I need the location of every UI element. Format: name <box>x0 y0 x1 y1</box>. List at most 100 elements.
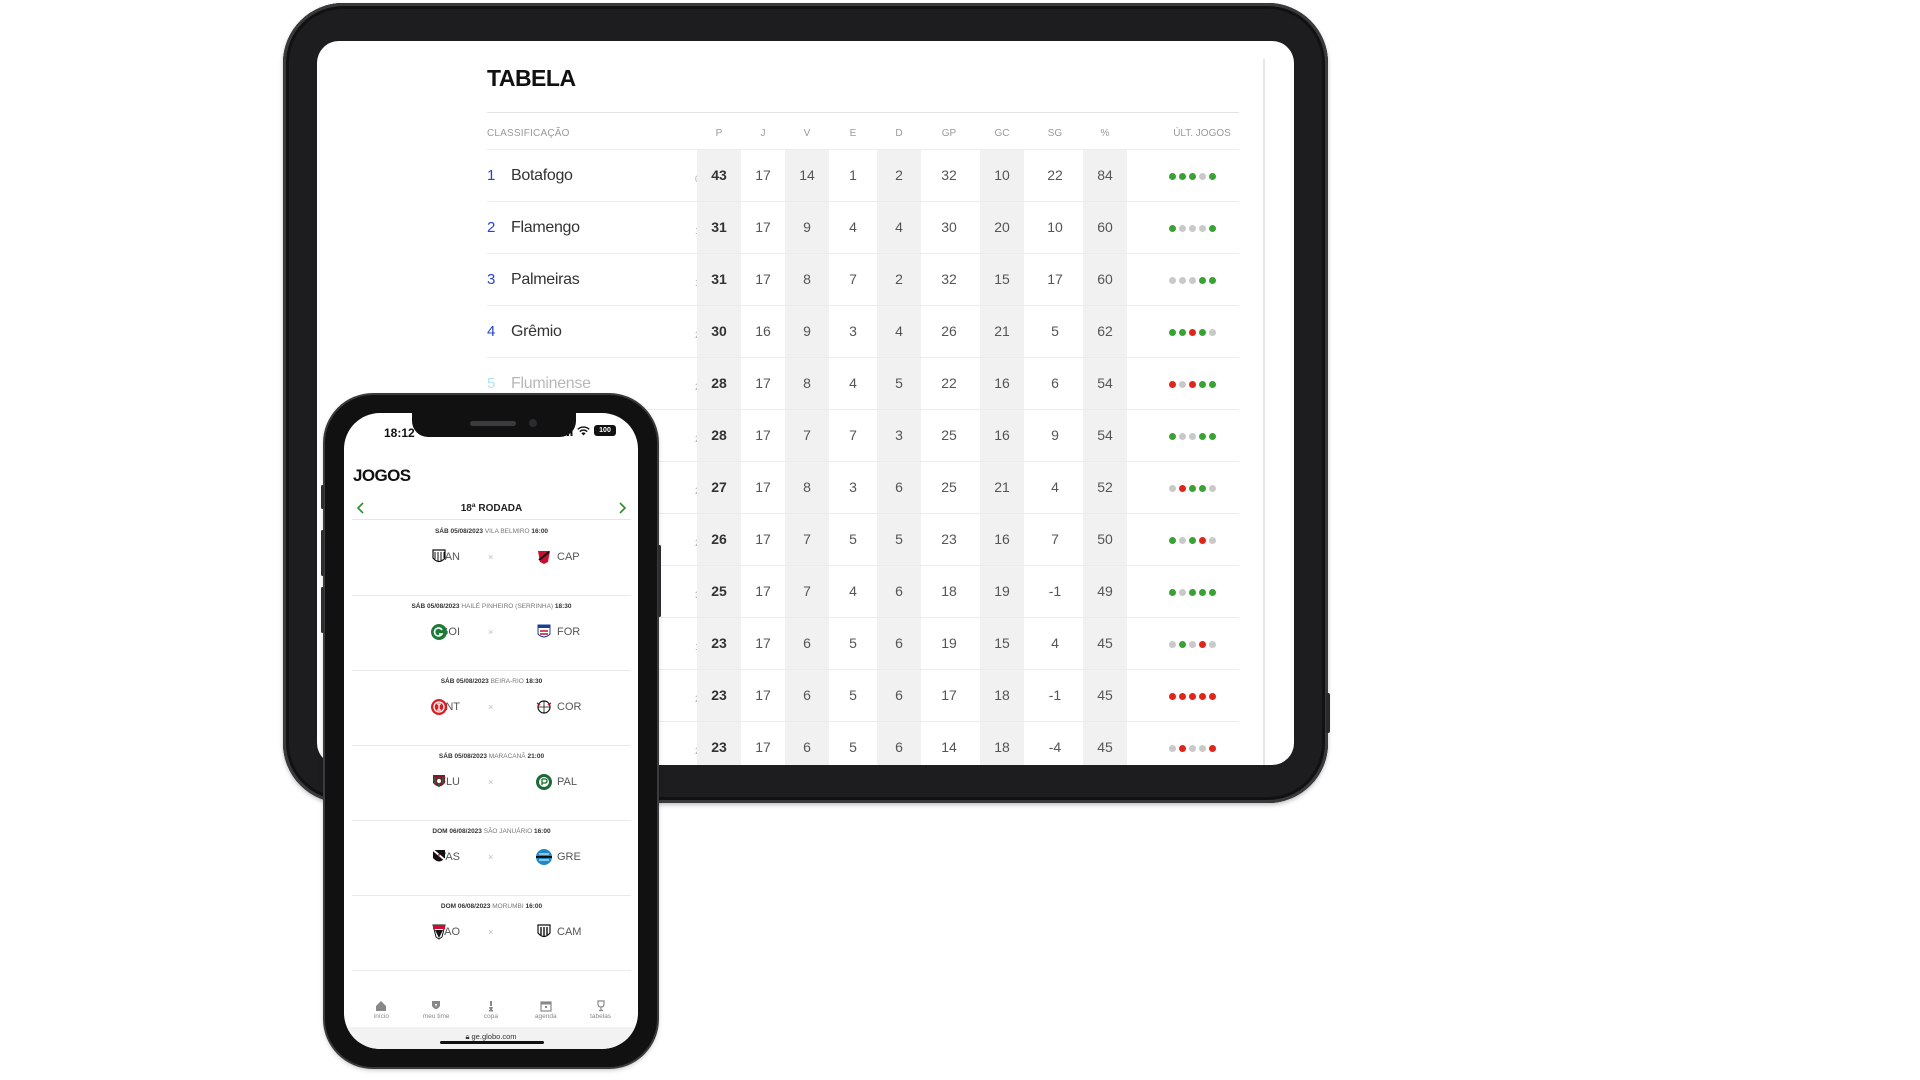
stat-p: 27 <box>697 462 741 513</box>
standings-header: CLASSIFICAÇÃO P J V E D GP GC SG % ÚLT. … <box>487 119 1239 149</box>
last-games <box>1169 225 1229 232</box>
standings-row[interactable]: 1Botafogo04317141232102284 <box>487 149 1239 201</box>
result-win-dot <box>1209 433 1216 440</box>
team-name[interactable]: Fluminense <box>511 375 591 393</box>
home-indicator[interactable] <box>440 1041 544 1044</box>
volume-up-button <box>321 530 324 576</box>
stat-v: 9 <box>785 306 829 357</box>
stat-pct: 52 <box>1083 462 1127 513</box>
stat-j: 17 <box>755 219 771 235</box>
stat-d: 6 <box>877 670 921 721</box>
result-loss-dot <box>1199 641 1206 648</box>
match-card[interactable]: SÁB 05/08/2023 VILA BELMIRO 16:00 SAN × CAP <box>352 521 631 596</box>
stat-d: 4 <box>877 306 921 357</box>
position-number: 1 <box>487 167 496 184</box>
internacional-crest-icon <box>430 698 448 716</box>
stat-gc: 18 <box>980 722 1024 765</box>
stat-p: 31 <box>697 254 741 305</box>
result-win-dot <box>1199 329 1206 336</box>
col-v: V <box>803 128 811 139</box>
match-time: 18:30 <box>525 678 543 685</box>
match-date: DOM 06/08/2023 <box>440 903 491 910</box>
goias-crest-icon <box>430 623 448 641</box>
last-games <box>1169 485 1229 492</box>
stat-d: 6 <box>877 462 921 513</box>
standings-row[interactable]: 3Palmeiras1311787232151760 <box>487 253 1239 305</box>
team-name[interactable]: Botafogo <box>511 167 573 185</box>
result-draw-dot <box>1209 537 1216 544</box>
standings-row[interactable]: 4Grêmio230169342621562 <box>487 305 1239 357</box>
matches-list: SÁB 05/08/2023 VILA BELMIRO 16:00 SAN × CAP… <box>352 521 631 971</box>
result-win-dot <box>1209 589 1216 596</box>
match-card[interactable]: DOM 06/08/2023 SÃO JANUÁRIO 16:00 VAS × GRE <box>352 821 631 896</box>
stat-v: 6 <box>785 722 829 765</box>
stat-e: 3 <box>849 323 857 339</box>
team-name[interactable]: Palmeiras <box>511 271 580 289</box>
match-date: SÁB 05/08/2023 <box>434 528 483 535</box>
stat-sg: -4 <box>1048 739 1062 755</box>
match-card[interactable]: SÁB 05/08/2023 MARACANÃ 21:00 FLU × PAL <box>352 746 631 821</box>
match-card[interactable]: DOM 06/08/2023 MORUMBI 16:00 SAO × CAM <box>352 896 631 971</box>
col-p: P <box>715 128 723 139</box>
versus-separator: × <box>488 702 494 712</box>
nav-item-início[interactable]: início <box>356 1000 406 1024</box>
match-info: SÁB 05/08/2023 MARACANÃ 21:00 <box>352 753 631 760</box>
result-win-dot <box>1189 537 1196 544</box>
result-draw-dot <box>1189 641 1196 648</box>
stat-pct: 45 <box>1083 722 1127 765</box>
stat-p: 23 <box>697 618 741 669</box>
url-bar[interactable]: 🔒︎ ge.globo.com <box>344 1027 638 1049</box>
phone-device: 18:12 100 JOGOS 18ª RODADA SÁB 05/08/202… <box>321 395 661 1067</box>
stat-p: 30 <box>697 306 741 357</box>
stat-e: 4 <box>849 375 857 391</box>
result-draw-dot <box>1199 745 1206 752</box>
notch <box>412 413 576 437</box>
nav-item-meu-time[interactable]: meu time <box>411 1000 461 1024</box>
stat-v: 9 <box>785 202 829 253</box>
stat-pct: 60 <box>1083 254 1127 305</box>
nav-item-agenda[interactable]: agenda <box>521 1000 571 1024</box>
versus-separator: × <box>488 777 494 787</box>
result-draw-dot <box>1199 225 1206 232</box>
match-card[interactable]: SÁB 05/08/2023 BEIRA-RIO 18:30 INT × COR <box>352 671 631 746</box>
stat-v: 6 <box>785 618 829 669</box>
team-name[interactable]: Flamengo <box>511 219 580 237</box>
shield-icon <box>432 1001 441 1009</box>
stat-e: 7 <box>849 271 857 287</box>
chevron-right-icon[interactable] <box>615 501 629 515</box>
result-draw-dot <box>1179 225 1186 232</box>
result-draw-dot <box>1209 641 1216 648</box>
stat-sg: 6 <box>1051 375 1059 391</box>
home-icon <box>376 1001 387 1011</box>
stat-j: 17 <box>755 375 771 391</box>
position-number: 4 <box>487 323 496 340</box>
stat-gc: 19 <box>980 566 1024 617</box>
result-draw-dot <box>1169 485 1176 492</box>
team-name[interactable]: Grêmio <box>511 323 562 341</box>
standings-row[interactable]: 2Flamengo1311794430201060 <box>487 201 1239 253</box>
stat-gc: 21 <box>980 306 1024 357</box>
result-win-dot <box>1169 433 1176 440</box>
stat-j: 17 <box>755 271 771 287</box>
result-win-dot <box>1189 173 1196 180</box>
stat-j: 17 <box>755 427 771 443</box>
col-pct: % <box>1100 128 1110 139</box>
stat-d: 5 <box>877 514 921 565</box>
nav-item-tabelas[interactable]: tabelas <box>576 1000 626 1024</box>
stat-gc: 16 <box>980 410 1024 461</box>
stat-e: 5 <box>849 531 857 547</box>
away-team: CAP <box>557 551 580 563</box>
athletico-crest-icon <box>535 548 553 566</box>
scrollbar[interactable] <box>1263 59 1265 765</box>
away-team: CAM <box>557 926 582 938</box>
stat-sg: 9 <box>1051 427 1059 443</box>
result-win-dot <box>1179 173 1186 180</box>
match-card[interactable]: SÁB 05/08/2023 HAILÉ PINHEIRO (SERRINHA)… <box>352 596 631 671</box>
nav-item-copa[interactable]: copa <box>466 1000 516 1024</box>
last-games <box>1169 173 1229 180</box>
result-win-dot <box>1179 641 1186 648</box>
versus-separator: × <box>488 927 494 937</box>
result-win-dot <box>1169 225 1176 232</box>
stat-sg: 10 <box>1047 219 1063 235</box>
stat-gp: 25 <box>941 427 957 443</box>
